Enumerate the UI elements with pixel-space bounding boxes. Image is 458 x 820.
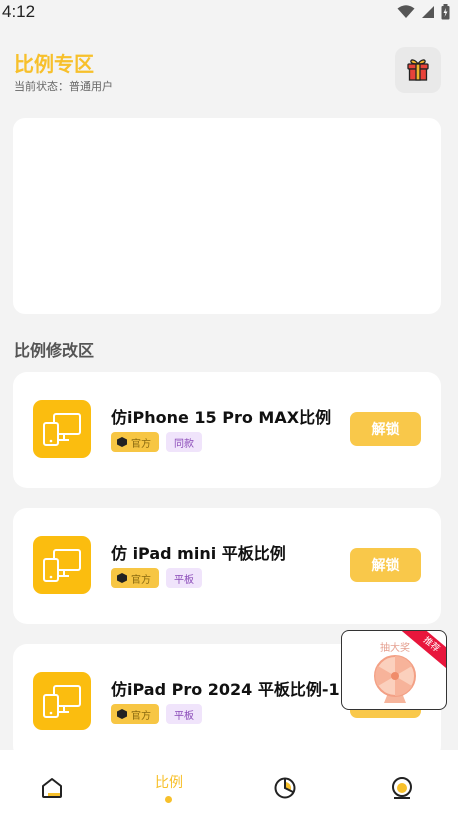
device-icon <box>33 536 91 594</box>
user-icon <box>392 777 412 799</box>
official-tag-label: 官方 <box>131 438 151 450</box>
card-title: 仿iPad Pro 2024 平板比例-11寸 <box>111 680 367 699</box>
type-tag: 平板 <box>166 704 202 724</box>
cube-icon <box>117 437 127 447</box>
ratio-card[interactable]: 仿iPhone 15 Pro MAX比例 官方 同款 解锁 <box>13 372 441 488</box>
status-time: 4:12 <box>2 2 36 21</box>
section-title: 比例修改区 <box>14 341 95 360</box>
card-tags: 官方 平板 <box>111 704 202 724</box>
unlock-button[interactable]: 解锁 <box>350 412 421 446</box>
prize-wheel-icon <box>374 655 416 703</box>
ratio-card[interactable]: 仿 iPad mini 平板比例 官方 平板 解锁 <box>13 508 441 624</box>
cube-icon <box>117 709 127 719</box>
nav-ratio-label: 比例 <box>155 775 183 791</box>
type-tag: 平板 <box>166 568 202 588</box>
cube-icon <box>117 573 127 583</box>
card-title: 仿iPhone 15 Pro MAX比例 <box>111 408 332 427</box>
status-bar: 4:12 <box>0 0 458 28</box>
active-indicator <box>165 796 172 803</box>
status-icons <box>397 4 450 20</box>
wifi-icon <box>397 5 415 18</box>
nav-home[interactable] <box>22 750 82 820</box>
nav-stats[interactable] <box>255 750 315 820</box>
unlock-button[interactable]: 解锁 <box>350 548 421 582</box>
ad-label: 抽大奖 <box>380 643 410 654</box>
user-status-text: 当前状态：普通用户 <box>14 80 113 93</box>
type-tag: 同款 <box>166 432 202 452</box>
page-title: 比例专区 <box>14 52 94 76</box>
card-tags: 官方 平板 <box>111 568 202 588</box>
header: 比例专区 当前状态：普通用户 <box>0 28 458 114</box>
floating-lottery-ad[interactable]: 抽大奖 推荐 <box>341 630 447 710</box>
home-icon <box>42 778 62 798</box>
nav-ratio[interactable]: 比例 <box>139 750 199 820</box>
battery-icon <box>441 4 450 20</box>
gift-icon <box>407 59 429 81</box>
official-tag: 官方 <box>111 432 159 452</box>
device-icon <box>33 400 91 458</box>
official-tag: 官方 <box>111 568 159 588</box>
banner-area[interactable] <box>13 118 441 314</box>
nav-profile[interactable] <box>372 750 432 820</box>
official-tag-label: 官方 <box>131 710 151 722</box>
official-tag-label: 官方 <box>131 574 151 586</box>
pie-chart-icon <box>274 777 296 799</box>
device-icon <box>33 672 91 730</box>
card-title: 仿 iPad mini 平板比例 <box>111 544 286 563</box>
signal-icon <box>422 6 434 18</box>
official-tag: 官方 <box>111 704 159 724</box>
gift-button[interactable] <box>395 47 441 93</box>
bottom-nav: 比例 <box>0 750 458 820</box>
card-tags: 官方 同款 <box>111 432 202 452</box>
